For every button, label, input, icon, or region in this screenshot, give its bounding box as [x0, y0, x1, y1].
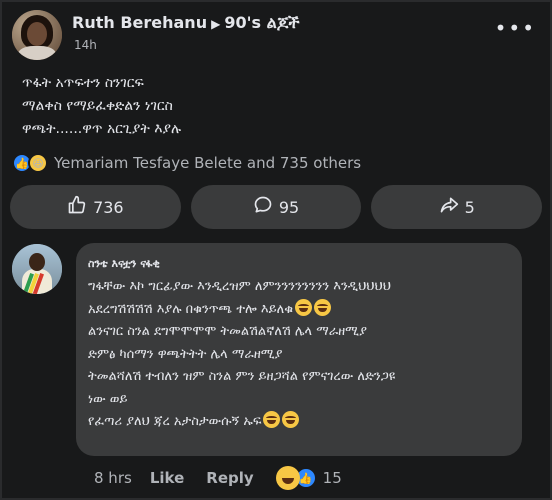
post-header: Ruth Berehanu ▶ 90's ልጆች 14h •••	[12, 10, 540, 60]
post-actions: 736 95 5	[10, 185, 543, 229]
post-line: ጥፋት አጥፍተን ስንገርፍ	[22, 75, 144, 91]
comment-count: 95	[278, 197, 300, 217]
commenter-name[interactable]: ስንቴ እናቷን ናፋቂ	[88, 257, 160, 271]
comment-reaction-count[interactable]: 15	[323, 469, 342, 487]
comment-timestamp[interactable]: 8 hrs	[94, 469, 132, 487]
grin-emoji-icon	[282, 411, 300, 428]
post-line: ማልቀስ የማይፈቀድልን ነገርስ	[22, 98, 173, 114]
post-timestamp[interactable]: 14h	[74, 38, 97, 52]
post-author-line: Ruth Berehanu ▶ 90's ልጆች	[72, 13, 300, 33]
grin-emoji-icon	[295, 298, 313, 316]
comment-line: ነው ወይ	[88, 391, 128, 407]
share-button[interactable]: 5	[371, 185, 543, 229]
reactions-text[interactable]: Yemariam Tesfaye Belete and 735 others	[54, 154, 361, 172]
grin-emoji-icon	[314, 298, 332, 316]
comment-line: ግፋቸው እኮ ግርፊያው እንዲረዝም ለምንንንንንንንን እንዲህህህህ	[88, 279, 391, 294]
post-line: ዋጫት......ዋጥ አርጊያት እያሉ	[22, 121, 181, 137]
haha-reaction-icon: 😆	[28, 153, 48, 173]
thumbs-up-icon	[67, 195, 87, 219]
group-name[interactable]: 90's ልጆች	[224, 13, 299, 32]
comment-button[interactable]: 95	[190, 185, 362, 229]
post-text: ጥፋት አጥፍተን ስንገርፍ ማልቀስ የማይፈቀድልን ነገርስ ዋጫት..…	[22, 72, 181, 141]
reactions-summary[interactable]: 👍 😆 Yemariam Tesfaye Belete and 735 othe…	[12, 152, 361, 174]
like-count: 736	[93, 197, 124, 217]
commenter-avatar[interactable]	[12, 244, 62, 294]
author-avatar[interactable]	[12, 10, 62, 60]
group-arrow-icon: ▶	[211, 17, 221, 31]
comment-text: ግፋቸው እኮ ግርፊያው እንዲረዝም ለምንንንንንንንን እንዲህህህህ …	[88, 276, 395, 434]
like-button[interactable]: 736	[10, 185, 181, 229]
more-icon[interactable]: •••	[495, 16, 536, 40]
comment-icon	[253, 195, 273, 219]
share-count: 5	[464, 197, 475, 217]
comment-line: ትመልሻለሽ ተብለን ዝም ስንል ምን ይዘጋሻል የምናገረው ለድንጋዩ	[88, 369, 396, 384]
comment-line: የፈጣሪ ያለህ ጃረ አታስታውሱኝ ኡፍ	[88, 411, 395, 434]
author-name[interactable]: Ruth Berehanu	[72, 13, 207, 32]
comment-reply-button[interactable]: Reply	[206, 469, 253, 487]
comment-line: ልንናገር ስንል ደግሞሞሞሞ ትመልሽልኛለሽ ሌላ ማራዘሚያ	[88, 324, 367, 339]
comment-bubble: ስንቴ እናቷን ናፋቂ ግፋቸው እኮ ግርፊያው እንዲረዝም ለምንንንን…	[76, 243, 522, 456]
grin-emoji-icon	[263, 411, 281, 428]
share-icon	[439, 195, 459, 219]
haha-reaction-icon[interactable]	[275, 466, 300, 490]
comment-like-button[interactable]: Like	[150, 469, 184, 487]
comment-line: አደረግሽሽሽሽ እያሉ በቁንጥጫ ተሎ እይለቁ	[88, 298, 395, 322]
comment-line: ድምፅ ካሰማን ዋጫትትት ሌላ ማራዘሚያ	[88, 346, 283, 362]
comment-footer: 8 hrs Like Reply 👍 15	[94, 466, 342, 490]
